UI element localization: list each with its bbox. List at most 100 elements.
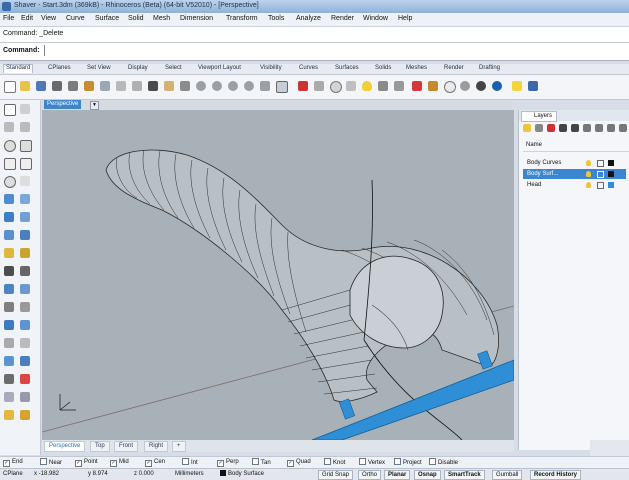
menu-file[interactable]: File — [3, 15, 14, 22]
osnap-tan[interactable]: Tan — [252, 458, 271, 468]
new-layer-icon[interactable] — [523, 124, 531, 132]
perspective-viewport[interactable] — [42, 110, 514, 440]
four-viewports-icon[interactable] — [276, 81, 288, 93]
properties-icon[interactable] — [394, 81, 404, 91]
tab-front[interactable]: Front — [114, 441, 139, 452]
menu-tools[interactable]: Tools — [268, 15, 284, 22]
checkbox-icon[interactable] — [324, 458, 331, 465]
menu-render[interactable]: Render — [331, 15, 354, 22]
zoom-window-icon[interactable] — [212, 81, 222, 91]
array-icon[interactable] — [20, 338, 30, 348]
shaver-body-surface[interactable] — [105, 149, 499, 402]
ghosted-sphere-icon[interactable] — [492, 81, 502, 91]
lightbulb-icon[interactable] — [586, 160, 591, 166]
point-icon[interactable] — [20, 104, 30, 114]
menu-curve[interactable]: Curve — [66, 15, 85, 22]
menu-analyze[interactable]: Analyze — [296, 15, 321, 22]
loft-icon[interactable] — [20, 212, 30, 222]
block-icon[interactable] — [20, 392, 30, 402]
trim-icon[interactable] — [4, 266, 14, 276]
menu-solid[interactable]: Solid — [128, 15, 144, 22]
layer-row-body-curves[interactable]: Body Curves — [523, 158, 626, 168]
tab-render[interactable]: Render — [442, 65, 466, 73]
arc-icon[interactable] — [20, 140, 32, 152]
snap-icon[interactable] — [330, 81, 342, 93]
move-icon[interactable] — [4, 302, 14, 312]
blue-stand-left[interactable] — [338, 398, 356, 420]
join-icon[interactable] — [20, 284, 30, 294]
command-input[interactable] — [44, 45, 625, 56]
box-icon[interactable] — [4, 230, 14, 240]
osnap-knot[interactable]: Knot — [324, 458, 345, 468]
select-icon[interactable] — [298, 81, 308, 91]
osnap-project[interactable]: Project — [394, 458, 422, 468]
group-icon[interactable] — [4, 392, 14, 402]
polygon-icon[interactable] — [20, 158, 32, 170]
zoom-extents-icon[interactable] — [228, 81, 238, 91]
copy-objects-icon[interactable] — [20, 302, 30, 312]
menu-surface[interactable]: Surface — [95, 15, 119, 22]
fillet-icon[interactable] — [4, 194, 14, 204]
lightbulb-icon[interactable] — [586, 171, 591, 177]
analyze-icon[interactable] — [20, 356, 30, 366]
extrude-icon[interactable] — [20, 230, 30, 240]
checkbox-icon[interactable] — [359, 458, 366, 465]
camera-icon[interactable] — [20, 410, 30, 420]
layer-color-swatch[interactable] — [608, 182, 614, 188]
checkbox-checked-icon[interactable]: ✓ — [287, 460, 294, 467]
select-arrow-icon[interactable] — [4, 104, 16, 116]
tab-perspective[interactable]: Perspective — [44, 441, 86, 452]
rectangle-icon[interactable] — [4, 158, 16, 170]
circle-icon[interactable] — [4, 140, 16, 152]
tab-top[interactable]: Top — [90, 441, 110, 452]
new-file-icon[interactable] — [4, 81, 16, 93]
lightbulb-icon[interactable] — [586, 182, 591, 188]
save-icon[interactable] — [36, 81, 46, 91]
text-icon[interactable] — [20, 374, 30, 384]
add-viewport-button[interactable]: + — [172, 441, 186, 452]
shaded-sphere-icon[interactable] — [460, 81, 470, 91]
hide-icon[interactable] — [346, 81, 356, 91]
layer-color-swatch[interactable] — [608, 171, 614, 177]
tab-cplanes[interactable]: CPlanes — [46, 65, 73, 73]
checkbox-checked-icon[interactable]: ✓ — [75, 460, 82, 467]
tab-meshes[interactable]: Meshes — [404, 65, 429, 73]
options-icon[interactable] — [512, 81, 522, 91]
mirror-icon[interactable] — [4, 338, 14, 348]
tab-solids[interactable]: Solids — [373, 65, 393, 73]
checkbox-checked-icon[interactable]: ✓ — [110, 460, 117, 467]
dimension-icon[interactable] — [4, 374, 14, 384]
osnap-mid[interactable]: ✓ Mid — [110, 458, 129, 467]
zoom-selected-icon[interactable] — [244, 81, 254, 91]
checkbox-icon[interactable] — [252, 458, 259, 465]
paste-icon[interactable] — [116, 81, 126, 91]
move-down-icon[interactable] — [571, 124, 579, 132]
osnap-perp[interactable]: ✓ Perp — [217, 458, 239, 467]
polyline-icon[interactable] — [4, 122, 14, 132]
tab-display[interactable]: Display — [126, 65, 150, 73]
chevron-down-icon[interactable]: ▼ — [90, 101, 99, 110]
menu-view[interactable]: View — [41, 15, 56, 22]
osnap-point[interactable]: ✓ Point — [75, 458, 98, 467]
print-icon[interactable] — [52, 81, 62, 91]
osnap-near[interactable]: Near — [40, 458, 62, 468]
undo-icon[interactable] — [148, 81, 158, 91]
open-folder-icon[interactable] — [20, 81, 30, 91]
rendered-sphere-icon[interactable] — [476, 81, 486, 91]
layer-row-head[interactable]: Head — [523, 180, 626, 190]
boolean-icon[interactable] — [4, 248, 14, 258]
copy-icon[interactable] — [100, 81, 110, 91]
material-icon[interactable] — [412, 81, 422, 91]
lock-icon[interactable] — [597, 182, 604, 189]
grid-array-icon[interactable] — [4, 356, 14, 366]
tab-curves[interactable]: Curves — [297, 65, 320, 73]
osnap-cen[interactable]: ✓ Cen — [145, 458, 165, 467]
checkbox-icon[interactable] — [429, 458, 436, 465]
osnap-vertex[interactable]: Vertex — [359, 458, 385, 468]
menu-edit[interactable]: Edit — [21, 15, 33, 22]
menu-transform[interactable]: Transform — [226, 15, 258, 22]
render-icon[interactable] — [428, 81, 438, 91]
osnap-int[interactable]: Int — [182, 458, 198, 468]
tab-viewport-layout[interactable]: Viewport Layout — [196, 65, 243, 73]
tab-standard[interactable]: Standard — [3, 64, 34, 73]
